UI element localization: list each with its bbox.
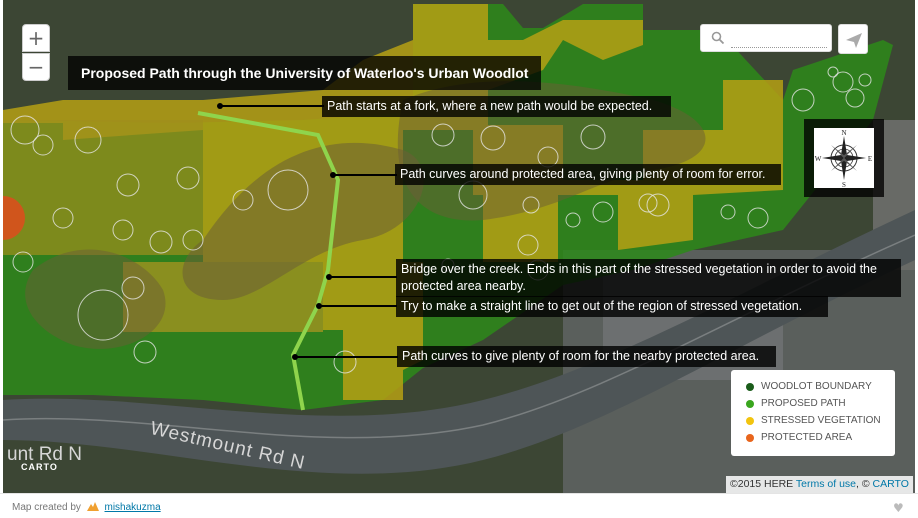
annotation-curve-room: Path curves to give plenty of room for t… — [397, 346, 776, 367]
share-button[interactable] — [838, 24, 868, 54]
zoom-in-button[interactable]: + — [22, 24, 50, 52]
legend-label: PROPOSED PATH — [761, 398, 846, 409]
footer-bar: Map created by mishakuzma ♥ — [0, 493, 918, 518]
compass-n: N — [841, 129, 846, 137]
annotation-straight-line: Try to make a straight line to get out o… — [396, 296, 828, 317]
legend-swatch — [746, 416, 754, 425]
annotation-leader — [329, 276, 397, 278]
user-avatar-icon — [86, 502, 99, 511]
compass-frame: N S W E — [804, 119, 884, 197]
search-input[interactable] — [731, 30, 827, 48]
map-legend: WOODLOT BOUNDARY PROPOSED PATH STRESSED … — [731, 370, 895, 456]
send-icon — [846, 33, 862, 48]
carto-link[interactable]: CARTO — [873, 478, 909, 490]
annotation-path-start: Path starts at a fork, where a new path … — [322, 96, 671, 117]
compass-e: E — [868, 155, 872, 163]
search-box[interactable] — [700, 24, 832, 52]
annotation-leader — [295, 356, 398, 358]
map-title: Proposed Path through the University of … — [68, 56, 542, 90]
map-credit: Map created by mishakuzma — [12, 502, 161, 513]
carto-logo: CARTO — [21, 462, 58, 472]
credit-prefix: Map created by — [12, 502, 81, 513]
legend-item: PROTECTED AREA — [739, 429, 887, 446]
map-attribution: ©2015 HERE Terms of use, © CARTO — [726, 476, 913, 493]
annotation-curve-protected: Path curves around protected area, givin… — [395, 164, 781, 185]
annotation-leader — [220, 105, 324, 107]
annotation-leader — [333, 174, 397, 176]
legend-swatch — [746, 399, 754, 408]
legend-label: WOODLOT BOUNDARY — [761, 381, 872, 392]
attribution-separator: , © — [856, 478, 870, 490]
attribution-prefix: ©2015 HERE — [730, 478, 794, 490]
search-icon — [711, 31, 725, 45]
credit-user-link[interactable]: mishakuzma — [105, 502, 161, 513]
legend-item: STRESSED VEGETATION — [739, 412, 887, 429]
legend-swatch — [746, 382, 754, 391]
compass-icon: N S W E — [815, 129, 872, 189]
map-embed: Westmount Rd N unt Rd N CARTO + − Propos… — [0, 0, 918, 518]
legend-swatch — [746, 433, 754, 442]
heart-icon[interactable]: ♥ — [893, 501, 904, 515]
compass-rose: N S W E — [814, 128, 874, 189]
annotation-bridge: Bridge over the creek. Ends in this part… — [396, 259, 901, 297]
compass-w: W — [815, 155, 822, 163]
annotation-leader — [319, 305, 397, 307]
legend-item: PROPOSED PATH — [739, 395, 887, 412]
zoom-out-button[interactable]: − — [22, 53, 50, 81]
compass-s: S — [842, 181, 846, 188]
terms-of-use-link[interactable]: Terms of use — [796, 478, 856, 490]
legend-label: PROTECTED AREA — [761, 432, 853, 443]
legend-label: STRESSED VEGETATION — [761, 415, 881, 426]
legend-item: WOODLOT BOUNDARY — [739, 378, 887, 395]
